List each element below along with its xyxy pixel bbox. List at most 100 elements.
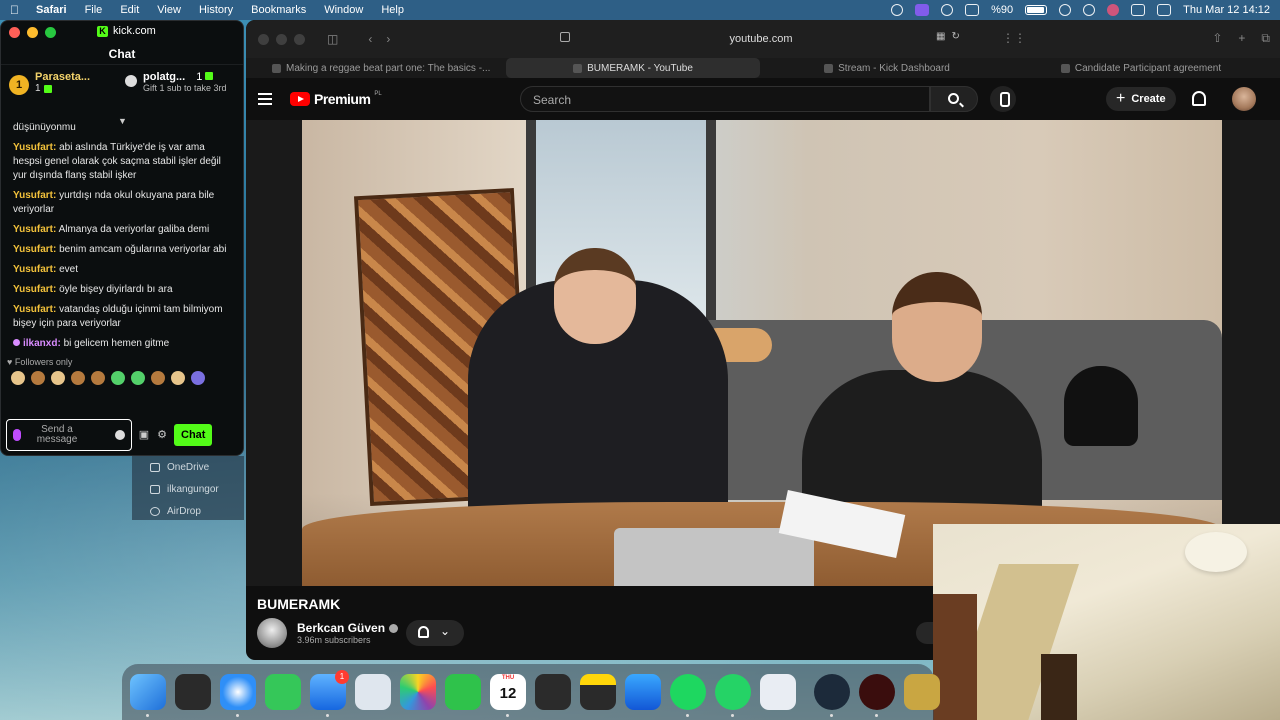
menu-view[interactable]: View xyxy=(157,4,181,16)
menu-edit[interactable]: Edit xyxy=(120,4,139,16)
chat-message-input[interactable]: Send a message xyxy=(6,419,132,451)
close-window-button[interactable] xyxy=(9,26,20,38)
emote-icon[interactable] xyxy=(51,371,65,385)
facetime-icon[interactable] xyxy=(445,674,481,710)
menu-icon[interactable] xyxy=(258,93,272,105)
emote-icon[interactable] xyxy=(111,371,125,385)
chat-username[interactable]: Yusufart: xyxy=(13,142,56,153)
chat-username[interactable]: Yusufart: xyxy=(13,244,56,255)
emote-icon[interactable] xyxy=(171,371,185,385)
youtube-premium-logo[interactable]: Premium PL xyxy=(290,91,382,107)
settings-gear-icon[interactable]: ⚙ xyxy=(156,429,168,441)
video-player[interactable] xyxy=(302,120,1222,586)
search-button[interactable] xyxy=(930,86,978,112)
gift-shop-icon[interactable]: ▣ xyxy=(138,429,150,441)
control-center-icon[interactable] xyxy=(1131,4,1146,16)
messages-icon[interactable] xyxy=(265,674,301,710)
emote-icon[interactable] xyxy=(71,371,85,385)
emoji-picker-icon[interactable] xyxy=(115,430,125,440)
notifications-bell-icon[interactable] xyxy=(1192,91,1206,106)
pin-toggle-icon[interactable]: ▼ xyxy=(118,117,128,126)
notes-icon[interactable] xyxy=(580,674,616,710)
minimize-window-button[interactable] xyxy=(27,26,38,38)
create-button[interactable]: + Create xyxy=(1106,87,1176,111)
tab-kick-dashboard[interactable]: Stream - Kick Dashboard xyxy=(760,58,1014,78)
play-icon[interactable] xyxy=(941,4,954,16)
user-icon[interactable] xyxy=(1107,4,1120,16)
spotify-icon[interactable] xyxy=(670,674,706,717)
tab-reggae-beat[interactable]: Making a reggae beat part one: The basic… xyxy=(252,58,506,78)
menu-window[interactable]: Window xyxy=(324,4,363,16)
new-tab-icon[interactable]: + xyxy=(1238,31,1245,46)
emote-icon[interactable] xyxy=(11,371,25,385)
chat-username[interactable]: Yusufart: xyxy=(13,190,56,201)
address-bar[interactable]: youtube.com xyxy=(556,29,966,49)
leaderboard-second[interactable]: polatg... 1 Gift 1 sub to take 3rd xyxy=(125,71,235,115)
search-input[interactable]: Search xyxy=(520,86,930,112)
emote-icon[interactable] xyxy=(151,371,165,385)
tab-participant-agreement[interactable]: Candidate Participant agreement xyxy=(1014,58,1268,78)
launchpad-icon[interactable] xyxy=(175,674,211,710)
chat-username[interactable]: Yusufart: xyxy=(13,304,56,315)
extensions-icon[interactable]: ⋮⋮ xyxy=(1002,31,1026,45)
tab-bumeramk[interactable]: BUMERAMK - YouTube xyxy=(506,58,760,78)
chat-username[interactable]: Yusufart: xyxy=(13,264,56,275)
mail-icon[interactable]: 1 xyxy=(310,670,349,717)
channel-name[interactable]: Berkcan Güven xyxy=(297,621,399,635)
close-window-button[interactable] xyxy=(258,33,269,45)
battery-icon[interactable] xyxy=(1025,5,1048,15)
whatsapp-icon[interactable] xyxy=(715,674,751,717)
chat-username[interactable]: Yusufart: xyxy=(13,284,56,295)
leaderboard-first[interactable]: 1 Paraseta... 1 xyxy=(9,71,119,115)
share-icon[interactable]: ⇧ xyxy=(1212,31,1222,46)
menu-app-name[interactable]: Safari xyxy=(36,4,67,16)
sidebar-toggle-icon[interactable]: ◫ xyxy=(327,32,338,46)
safari-icon[interactable] xyxy=(220,674,256,717)
zoom-window-button[interactable] xyxy=(45,26,56,38)
menu-bookmarks[interactable]: Bookmarks xyxy=(251,4,306,16)
finder-icon[interactable] xyxy=(130,674,166,717)
channel-avatar[interactable] xyxy=(257,618,287,648)
reload-icon[interactable]: ↻ xyxy=(951,31,959,42)
menu-help[interactable]: Help xyxy=(381,4,404,16)
finder-item-onedrive[interactable]: OneDrive xyxy=(132,456,244,478)
obs-icon[interactable] xyxy=(814,674,850,717)
finder-item-home[interactable]: ilkangungor xyxy=(132,478,244,500)
emote-icon[interactable] xyxy=(191,371,205,385)
clock[interactable]: Thu Mar 12 14:12 xyxy=(1183,4,1270,16)
calendar-icon[interactable]: THU 12 xyxy=(490,674,526,717)
photos-icon[interactable] xyxy=(400,674,436,710)
send-chat-button[interactable]: Chat xyxy=(174,424,213,446)
minimize-window-button[interactable] xyxy=(276,33,287,45)
vpn-icon[interactable] xyxy=(891,4,904,16)
mic-icon[interactable] xyxy=(13,429,21,441)
finder-item-airdrop[interactable]: AirDrop xyxy=(132,500,244,522)
tab-overview-icon[interactable]: ⧉ xyxy=(1261,31,1270,46)
translate-icon[interactable]: ▦ xyxy=(936,31,945,42)
apple-icon[interactable]:  xyxy=(10,4,22,16)
zoom-window-button[interactable] xyxy=(294,33,305,45)
preview-icon[interactable] xyxy=(760,674,796,710)
voice-search-button[interactable] xyxy=(990,86,1016,112)
app-icon[interactable] xyxy=(904,674,940,710)
spotlight-icon[interactable] xyxy=(1083,4,1096,16)
display-icon[interactable] xyxy=(965,4,980,16)
screen-record-icon[interactable] xyxy=(915,4,930,16)
chat-username[interactable]: ilkanxd: xyxy=(23,338,61,349)
streamlabs-icon[interactable] xyxy=(859,674,895,717)
xcode-icon[interactable] xyxy=(355,674,391,710)
emote-icon[interactable] xyxy=(31,371,45,385)
siri-icon[interactable] xyxy=(1157,4,1172,16)
wifi-icon[interactable] xyxy=(1059,4,1072,16)
reminders-icon[interactable] xyxy=(535,674,571,710)
forward-icon[interactable]: › xyxy=(386,32,390,46)
subscription-bell-button[interactable]: ⌄ xyxy=(406,620,464,646)
back-icon[interactable]: ‹ xyxy=(368,32,372,46)
app-store-icon[interactable] xyxy=(625,674,661,710)
menu-history[interactable]: History xyxy=(199,4,233,16)
menu-file[interactable]: File xyxy=(85,4,103,16)
avatar[interactable] xyxy=(1232,87,1256,111)
emote-icon[interactable] xyxy=(91,371,105,385)
chat-username[interactable]: Yusufart: xyxy=(13,224,56,235)
emote-icon[interactable] xyxy=(131,371,145,385)
